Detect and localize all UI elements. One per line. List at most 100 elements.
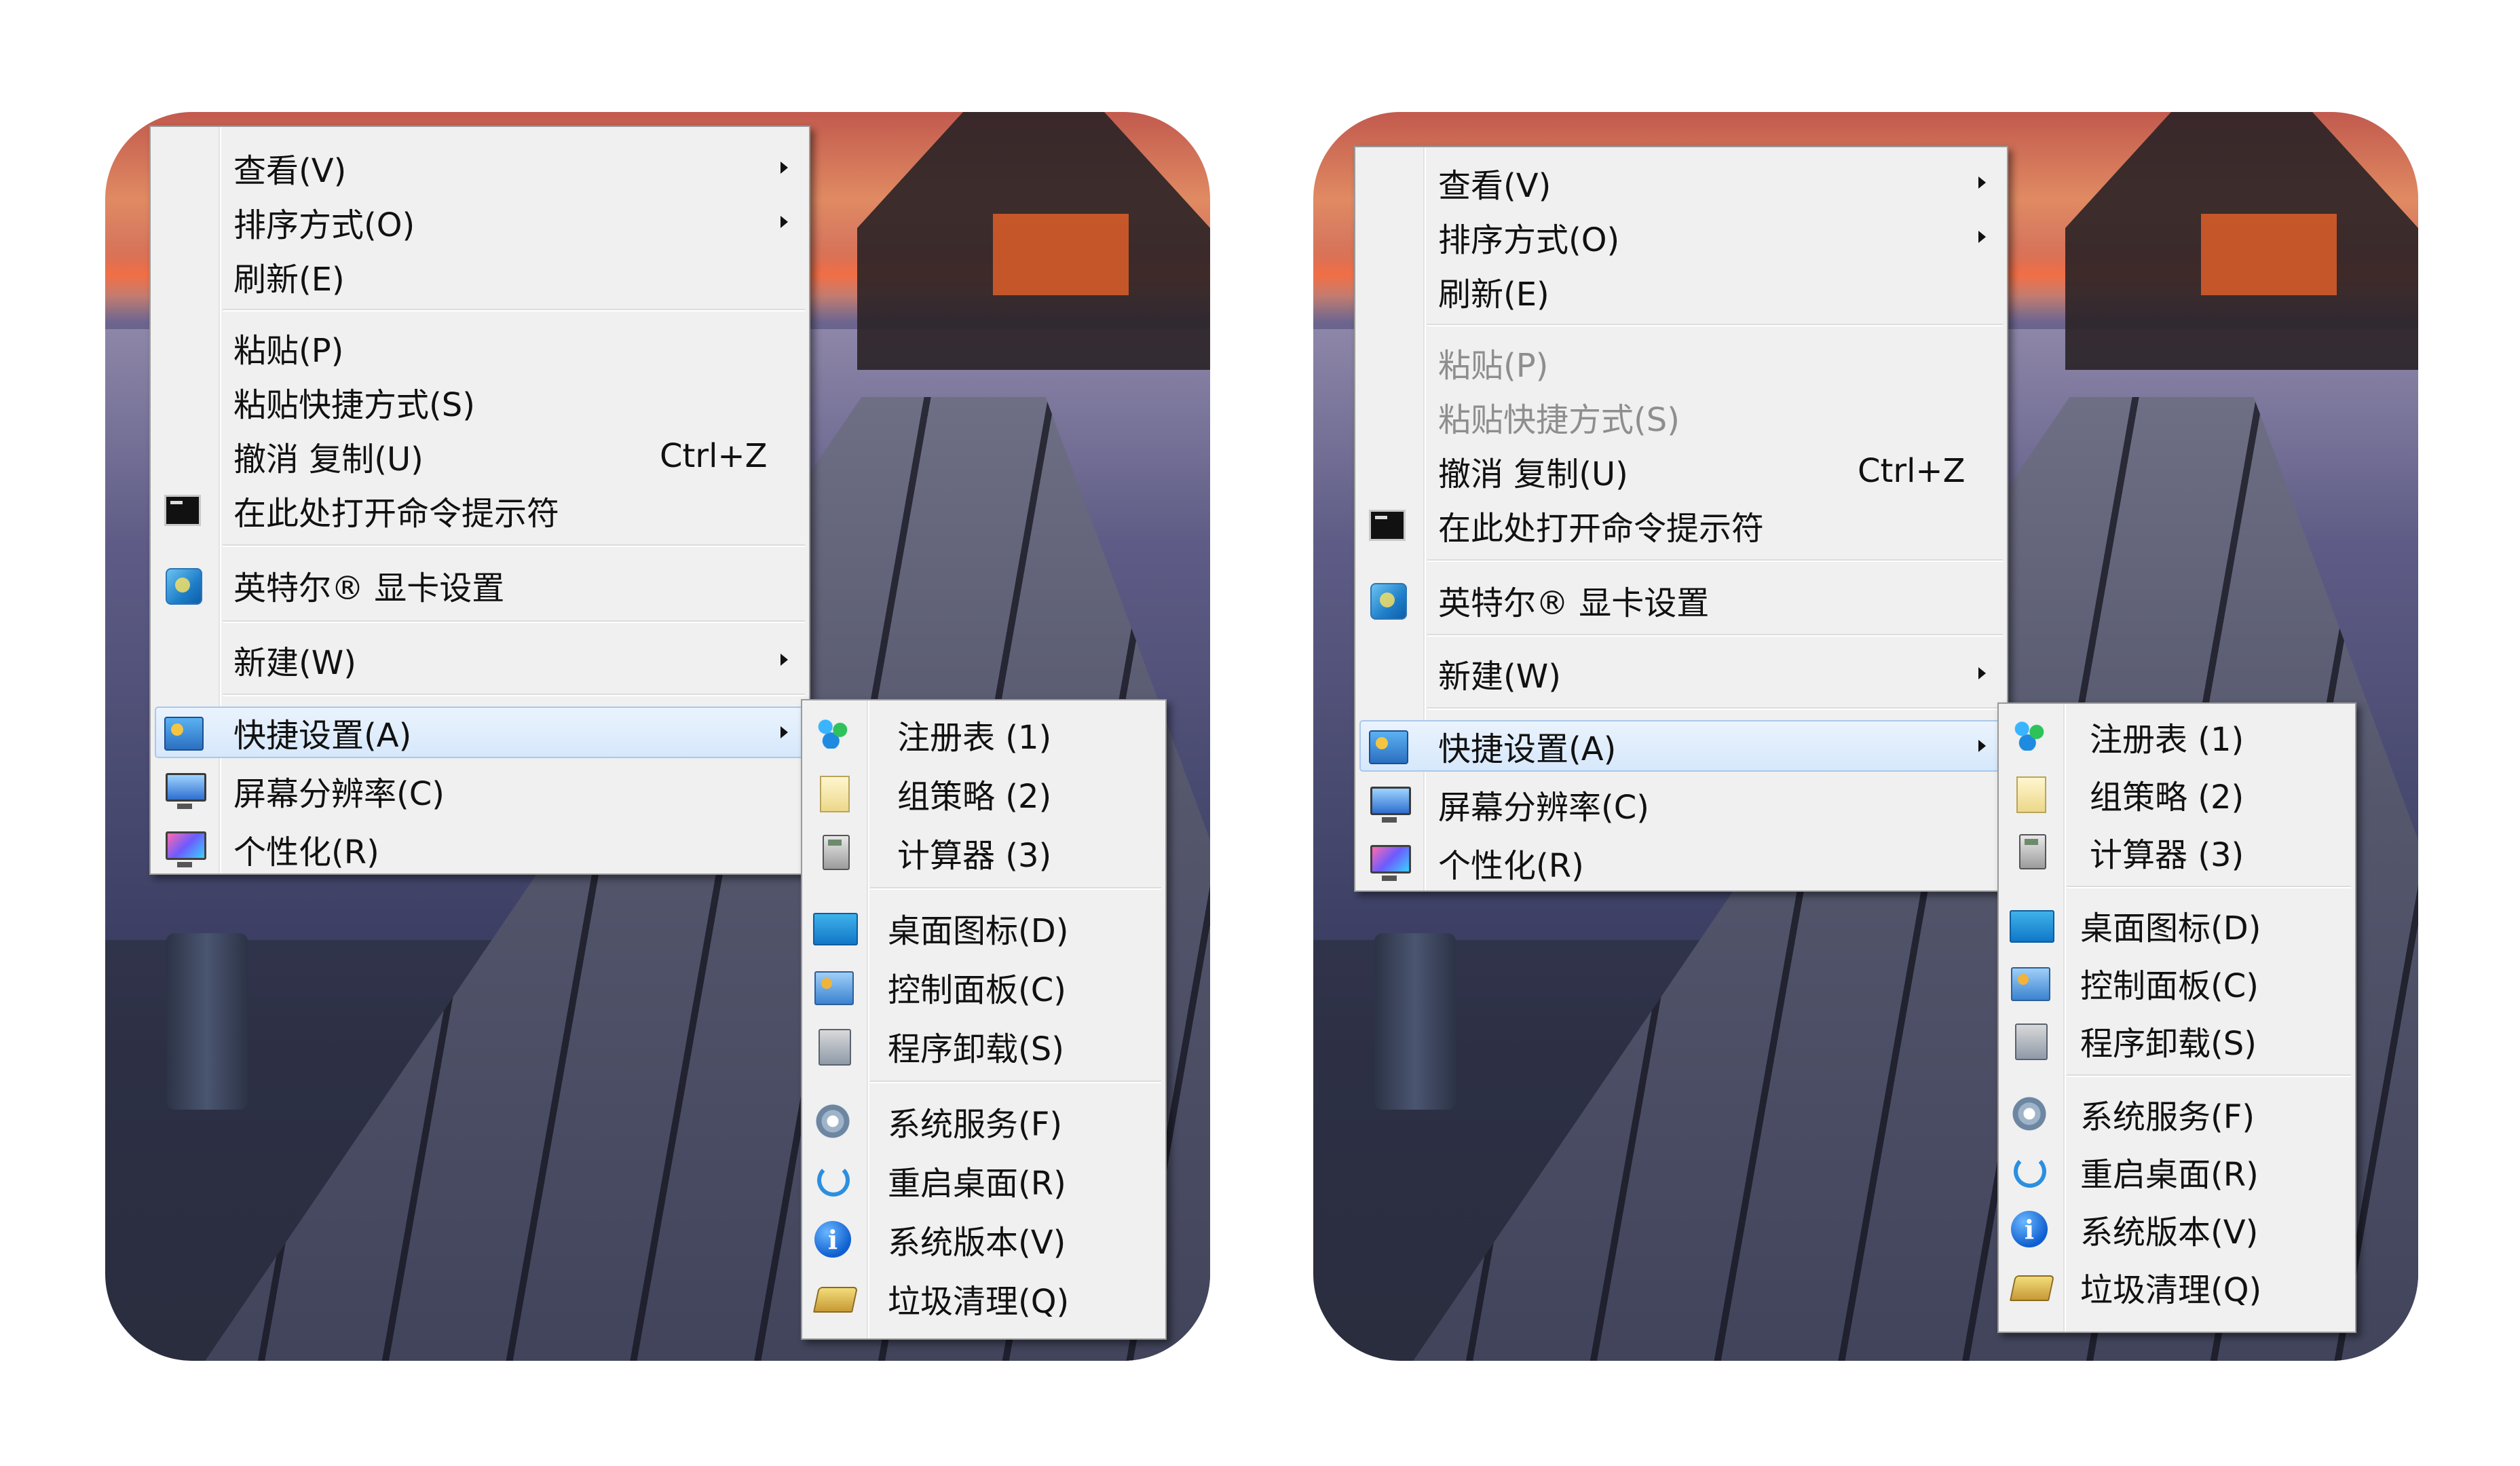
submenu-arrow-icon	[781, 726, 788, 738]
menu-item-open-cmd-here[interactable]: 在此处打开命令提示符	[1355, 498, 2007, 552]
menu-item-label: 排序方式(O)	[233, 206, 415, 244]
menu-item-refresh[interactable]: 刷新(E)	[1355, 264, 2007, 318]
submenu-item-control-panel[interactable]: 控制面板(C)	[1999, 956, 2355, 1010]
submenu-item-system-version[interactable]: i 系统版本(V)	[802, 1212, 1165, 1266]
menu-item-label: 快捷设置(A)	[233, 717, 412, 755]
desktop-context-menu: 查看(V) 排序方式(O) 刷新(E) 粘贴(P) 粘贴快捷方式(S) 撤消 复…	[149, 126, 810, 875]
desktop-context-menu: 查看(V) 排序方式(O) 刷新(E) 粘贴(P) 粘贴快捷方式(S) 撤消 复…	[1354, 146, 2008, 892]
calculator-icon	[2019, 834, 2046, 869]
submenu-item-label: 桌面图标(D)	[888, 912, 1069, 950]
intel-graphics-icon	[166, 568, 202, 605]
menu-item-label: 英特尔® 显卡设置	[1438, 584, 1710, 622]
info-icon: i	[2011, 1211, 2048, 1247]
menu-item-view[interactable]: 查看(V)	[1355, 155, 2007, 210]
submenu-item-system-version[interactable]: i 系统版本(V)	[1999, 1202, 2355, 1256]
quick-settings-icon	[164, 717, 204, 751]
group-policy-icon	[820, 776, 850, 812]
menu-item-label: 排序方式(O)	[1438, 221, 1620, 259]
submenu-item-restart-desktop[interactable]: 重启桌面(R)	[802, 1153, 1165, 1207]
submenu-item-desktop-icons[interactable]: 桌面图标(D)	[1999, 898, 2355, 952]
submenu-arrow-icon	[1978, 231, 1986, 243]
menu-item-screen-resolution[interactable]: 屏幕分辨率(C)	[1355, 777, 2007, 831]
submenu-arrow-icon	[781, 162, 788, 174]
menu-separator	[1427, 634, 2003, 637]
info-icon: i	[814, 1221, 851, 1258]
menu-item-paste[interactable]: 粘贴(P)	[151, 320, 809, 375]
submenu-item-uninstall[interactable]: 程序卸载(S)	[802, 1019, 1165, 1073]
personalize-icon	[1370, 845, 1411, 881]
menu-item-label: 在此处打开命令提示符	[233, 495, 560, 533]
desktop-icon	[2010, 910, 2054, 943]
menu-item-refresh[interactable]: 刷新(E)	[151, 249, 809, 303]
menu-separator	[223, 694, 805, 696]
menu-separator	[1427, 559, 2003, 562]
submenu-item-services[interactable]: 系统服务(F)	[1999, 1087, 2355, 1141]
menu-item-label: 屏幕分辨率(C)	[1438, 789, 1649, 827]
menu-item-sort-by[interactable]: 排序方式(O)	[1355, 210, 2007, 264]
submenu-item-label: 程序卸载(S)	[2080, 1025, 2257, 1063]
menu-item-personalize[interactable]: 个性化(R)	[1355, 835, 2007, 890]
menu-item-undo-copy[interactable]: 撤消 复制(U) Ctrl+Z	[1355, 444, 2007, 498]
uninstall-icon	[2015, 1023, 2048, 1060]
pier-post	[166, 933, 248, 1110]
submenu-item-group-policy[interactable]: 组策略 (2)	[1999, 767, 2355, 821]
submenu-item-group-policy[interactable]: 组策略 (2)	[802, 766, 1165, 821]
menu-separator	[223, 544, 805, 547]
menu-separator	[2067, 886, 2351, 888]
intel-graphics-icon	[1370, 583, 1407, 620]
menu-item-undo-copy[interactable]: 撤消 复制(U) Ctrl+Z	[151, 429, 809, 483]
submenu-item-calculator[interactable]: 计算器 (3)	[802, 825, 1165, 880]
menu-item-sort-by[interactable]: 排序方式(O)	[151, 195, 809, 249]
menu-item-intel-graphics[interactable]: 英特尔® 显卡设置	[1355, 573, 2007, 627]
menu-item-label: 个性化(R)	[1438, 847, 1584, 885]
menu-item-new[interactable]: 新建(W)	[1355, 646, 2007, 700]
submenu-item-registry[interactable]: 注册表 (1)	[1999, 709, 2355, 764]
menu-item-screen-resolution[interactable]: 屏幕分辨率(C)	[151, 764, 809, 818]
hut-lantern-light	[2201, 214, 2337, 295]
submenu-item-services[interactable]: 系统服务(F)	[802, 1094, 1165, 1148]
personalize-icon	[166, 831, 206, 867]
menu-item-shortcut: Ctrl+Z	[660, 437, 768, 475]
submenu-arrow-icon	[781, 216, 788, 228]
menu-item-label: 粘贴(P)	[233, 332, 344, 370]
cleanup-icon	[2009, 1275, 2055, 1301]
group-policy-icon	[2016, 776, 2046, 813]
menu-item-intel-graphics[interactable]: 英特尔® 显卡设置	[151, 558, 809, 612]
submenu-item-label: 计算器 (3)	[897, 837, 1052, 875]
menu-item-label: 英特尔® 显卡设置	[233, 569, 505, 607]
submenu-item-registry[interactable]: 注册表 (1)	[802, 707, 1165, 762]
submenu-item-desktop-icons[interactable]: 桌面图标(D)	[802, 901, 1165, 955]
submenu-item-label: 系统版本(V)	[2080, 1214, 2259, 1252]
menu-item-new[interactable]: 新建(W)	[151, 633, 809, 687]
submenu-arrow-icon	[1978, 667, 1986, 679]
menu-item-view[interactable]: 查看(V)	[151, 140, 809, 195]
submenu-item-label: 组策略 (2)	[897, 778, 1052, 816]
submenu-item-cleanup[interactable]: 垃圾清理(Q)	[1999, 1260, 2355, 1314]
submenu-arrow-icon	[1978, 740, 1986, 752]
submenu-item-control-panel[interactable]: 控制面板(C)	[802, 960, 1165, 1014]
menu-separator	[2067, 1074, 2351, 1077]
menu-item-label: 在此处打开命令提示符	[1438, 510, 1765, 548]
desktop-screenshot-left: 查看(V) 排序方式(O) 刷新(E) 粘贴(P) 粘贴快捷方式(S) 撤消 复…	[105, 112, 1210, 1361]
menu-item-quick-settings[interactable]: 快捷设置(A)	[151, 705, 809, 759]
submenu-item-label: 桌面图标(D)	[2080, 909, 2261, 947]
monitor-icon	[166, 773, 206, 809]
submenu-arrow-icon	[1978, 176, 1986, 189]
menu-item-label: 个性化(R)	[233, 833, 379, 871]
submenu-item-calculator[interactable]: 计算器 (3)	[1999, 825, 2355, 879]
submenu-item-label: 垃圾清理(Q)	[888, 1283, 1070, 1321]
menu-item-personalize[interactable]: 个性化(R)	[151, 822, 809, 876]
submenu-item-cleanup[interactable]: 垃圾清理(Q)	[802, 1271, 1165, 1326]
menu-separator	[870, 1080, 1161, 1083]
menu-item-open-cmd-here[interactable]: 在此处打开命令提示符	[151, 483, 809, 538]
registry-icon	[814, 717, 851, 749]
control-panel-icon	[2011, 967, 2050, 1001]
submenu-item-restart-desktop[interactable]: 重启桌面(R)	[1999, 1144, 2355, 1199]
menu-separator	[223, 309, 805, 312]
menu-item-quick-settings[interactable]: 快捷设置(A)	[1355, 719, 2007, 773]
menu-item-paste-shortcut: 粘贴快捷方式(S)	[1355, 390, 2007, 444]
services-icon	[816, 1104, 850, 1138]
menu-item-paste-shortcut[interactable]: 粘贴快捷方式(S)	[151, 375, 809, 429]
quick-settings-icon	[1369, 730, 1408, 764]
submenu-item-uninstall[interactable]: 程序卸载(S)	[1999, 1013, 2355, 1068]
